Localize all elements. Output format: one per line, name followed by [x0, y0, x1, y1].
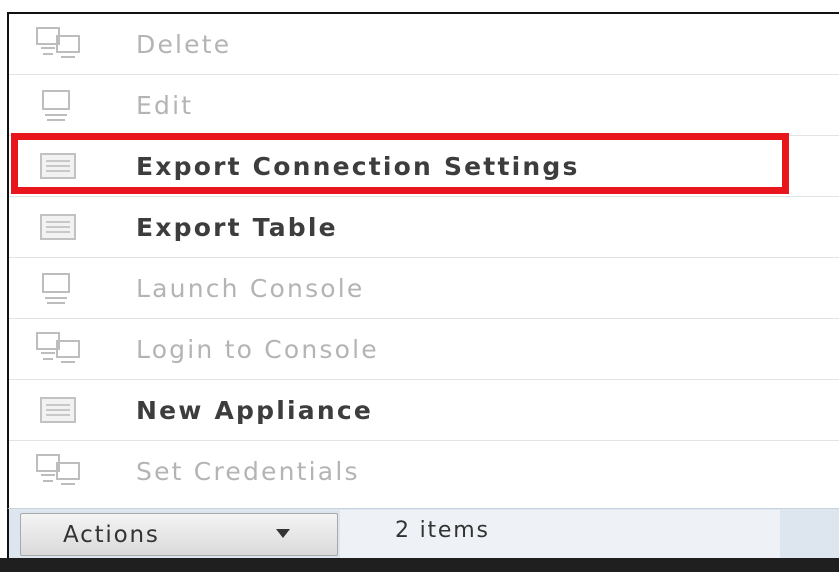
- monitor-icon: [42, 90, 70, 121]
- caret-down-icon: [276, 529, 290, 538]
- menu-item-launch-console[interactable]: Launch Console: [9, 258, 839, 319]
- menu-item-label: New Appliance: [136, 395, 373, 425]
- menu-item-label: Export Connection Settings: [136, 151, 580, 181]
- actions-menu: Delete Edit Export Connection Settings E…: [7, 12, 839, 510]
- menu-item-label: Export Table: [136, 212, 338, 242]
- item-count-area: 2 items: [340, 510, 780, 558]
- actions-dropdown-button[interactable]: Actions: [20, 513, 338, 556]
- menu-item-label: Login to Console: [136, 334, 379, 364]
- menu-item-label: Launch Console: [136, 273, 365, 303]
- screenshot-frame: Delete Edit Export Connection Settings E…: [0, 0, 839, 572]
- monitor-icon: [42, 273, 70, 304]
- document-icon: [40, 397, 76, 423]
- document-icon: [40, 153, 76, 179]
- menu-item-label: Set Credentials: [136, 457, 360, 486]
- menu-item-new-appliance[interactable]: New Appliance: [9, 380, 839, 441]
- menu-item-label: Edit: [136, 90, 194, 120]
- menu-item-export-table[interactable]: Export Table: [9, 197, 839, 258]
- document-icon: [40, 214, 76, 240]
- multi-monitor-icon: [36, 332, 80, 363]
- menu-item-edit[interactable]: Edit: [9, 75, 839, 136]
- bottom-edge-bar: [0, 558, 839, 572]
- actions-label: Actions: [63, 521, 160, 548]
- multi-monitor-icon: [36, 27, 80, 58]
- item-count: 2 items: [395, 518, 490, 543]
- menu-item-login-to-console[interactable]: Login to Console: [9, 319, 839, 380]
- menu-item-delete[interactable]: Delete: [9, 14, 839, 75]
- menu-item-label: Delete: [136, 29, 232, 59]
- menu-item-export-connection-settings[interactable]: Export Connection Settings: [9, 136, 839, 197]
- multi-monitor-icon: [36, 454, 80, 485]
- bottom-toolbar: Actions 2 items: [7, 508, 839, 558]
- menu-item-set-credentials[interactable]: Set Credentials: [9, 441, 839, 502]
